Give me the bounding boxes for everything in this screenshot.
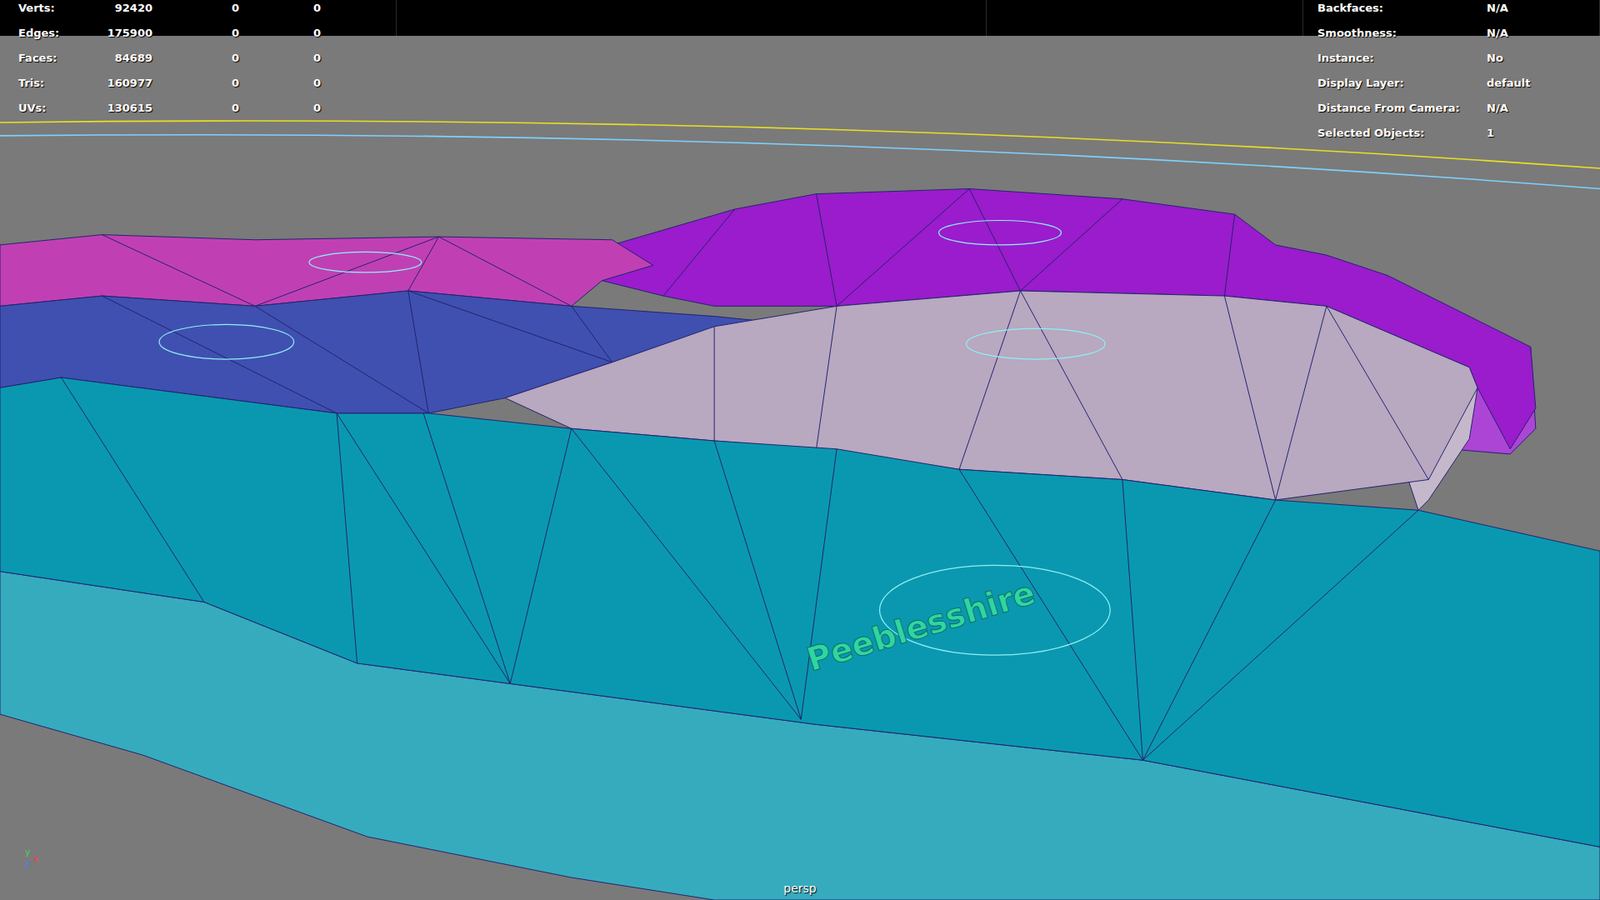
wire-edge: [816, 194, 837, 307]
label-locator: [309, 251, 422, 272]
hud-info-row: Smoothness:N/A: [1317, 20, 1587, 45]
wire-edge: [336, 413, 510, 684]
hud-value: 0: [239, 1, 321, 15]
hud-value: 175900: [101, 26, 153, 40]
wire-edge: [255, 305, 429, 414]
hud-stat-row: Edges:17590000: [18, 20, 321, 45]
hud-bar-cell: [986, 0, 1304, 36]
wire-edge: [60, 377, 204, 602]
axis-letter: x: [33, 853, 40, 865]
hud-value: N/A: [1486, 1, 1587, 15]
hud-label: Instance:: [1317, 51, 1487, 65]
hud-label: Edges:: [18, 26, 102, 40]
hud-label: Backfaces:: [1317, 1, 1487, 15]
region-mesh[interactable]: Peeblesshire: [0, 377, 1600, 900]
wire-edge: [836, 189, 970, 307]
label-locator: [159, 324, 295, 360]
hud-value: 84689: [101, 51, 153, 65]
wire-edge: [969, 189, 1020, 291]
camera-name: persp: [0, 881, 1600, 895]
hud-label: UVs:: [18, 101, 102, 115]
hud-value: 130615: [101, 101, 153, 115]
region-label: Peeblesshire: [802, 573, 1040, 679]
hud-value: 0: [239, 101, 321, 115]
wire-edge: [1020, 290, 1122, 480]
axis-gizmo-icon: yzx: [25, 846, 54, 877]
hud-label: Display Layer:: [1317, 76, 1487, 90]
hud-stat-row: Tris:16097700: [18, 70, 321, 95]
wire-edge: [408, 290, 613, 363]
wire-edge: [663, 209, 735, 296]
hud-label: Smoothness:: [1317, 26, 1487, 40]
hud-info-row: Display Layer:default: [1317, 70, 1587, 95]
hud-value: 0: [152, 1, 240, 15]
hud-info-row: Backfaces:N/A: [1317, 0, 1587, 20]
wire-edge: [1224, 214, 1235, 296]
hud-value: 160977: [101, 76, 153, 90]
wire-edge: [714, 440, 801, 720]
wire-edge: [1142, 510, 1419, 760]
axis-letter: y: [25, 846, 31, 858]
wire-edge: [408, 290, 429, 414]
wire-edge: [800, 449, 837, 720]
wire-edge: [1142, 500, 1275, 760]
wire-edge: [1020, 199, 1122, 291]
wire-edge: [1326, 305, 1429, 480]
hud-value: 0: [239, 26, 321, 40]
hud-value: 92420: [101, 1, 153, 15]
wire-edge: [101, 235, 255, 307]
object-details-hud: Backfaces:N/ASmoothness:N/AInstance:NoDi…: [1317, 0, 1587, 145]
hud-stat-row: Verts:9242000: [18, 0, 321, 20]
hud-value: 0: [239, 76, 321, 90]
hud-value: default: [1486, 76, 1587, 90]
wire-edge: [510, 428, 571, 684]
region-top: [0, 377, 1600, 847]
label-locator: [966, 328, 1106, 360]
wire-edge: [571, 305, 613, 362]
region-mesh[interactable]: [0, 235, 654, 307]
wire-edge: [714, 326, 715, 441]
hud-info-row: Distance From Camera:N/A: [1317, 95, 1587, 120]
hud-info-row: Selected Objects:1: [1317, 120, 1587, 145]
hud-value: N/A: [1486, 101, 1587, 115]
wire-edge: [959, 290, 1020, 470]
wire-edge: [408, 236, 440, 291]
poly-count-hud: Verts:9242000Edges:17590000Faces:8468900…: [18, 0, 321, 120]
hud-value: 0: [152, 101, 240, 115]
hud-label: Tris:: [18, 76, 102, 90]
hud-value: 0: [152, 26, 240, 40]
hud-info-row: Instance:No: [1317, 45, 1587, 70]
region-top: [0, 235, 654, 307]
wire-edge: [1224, 295, 1275, 500]
wire-edge: [336, 413, 357, 664]
hud-value: No: [1486, 51, 1587, 65]
wire-edge: [1275, 305, 1327, 500]
hud-label: Selected Objects:: [1317, 126, 1487, 140]
hud-label: Distance From Camera:: [1317, 101, 1487, 115]
hud-stat-row: Faces:8468900: [18, 45, 321, 70]
hud-label: Verts:: [18, 1, 102, 15]
hud-bar-cell: [396, 0, 987, 36]
grid-horizon: [0, 135, 1600, 190]
hud-value: 1: [1486, 126, 1587, 140]
wire-edge: [816, 305, 837, 449]
hud-value: 0: [152, 51, 240, 65]
hud-label: Faces:: [18, 51, 102, 65]
hud-value: 0: [239, 51, 321, 65]
hud-bar-cell: [0, 0, 397, 36]
wire-edge: [1122, 480, 1143, 761]
hud-stat-row: UVs:13061500: [18, 95, 321, 120]
hud-value: N/A: [1486, 26, 1587, 40]
axis-letter: z: [25, 858, 30, 870]
wire-edge: [571, 428, 802, 720]
hud-value: 0: [152, 76, 240, 90]
maya-viewport[interactable]: PeeblesshireVerts:9242000Edges:17590000F…: [0, 0, 1600, 900]
label-locator: [939, 220, 1062, 245]
wire-edge: [423, 413, 510, 684]
